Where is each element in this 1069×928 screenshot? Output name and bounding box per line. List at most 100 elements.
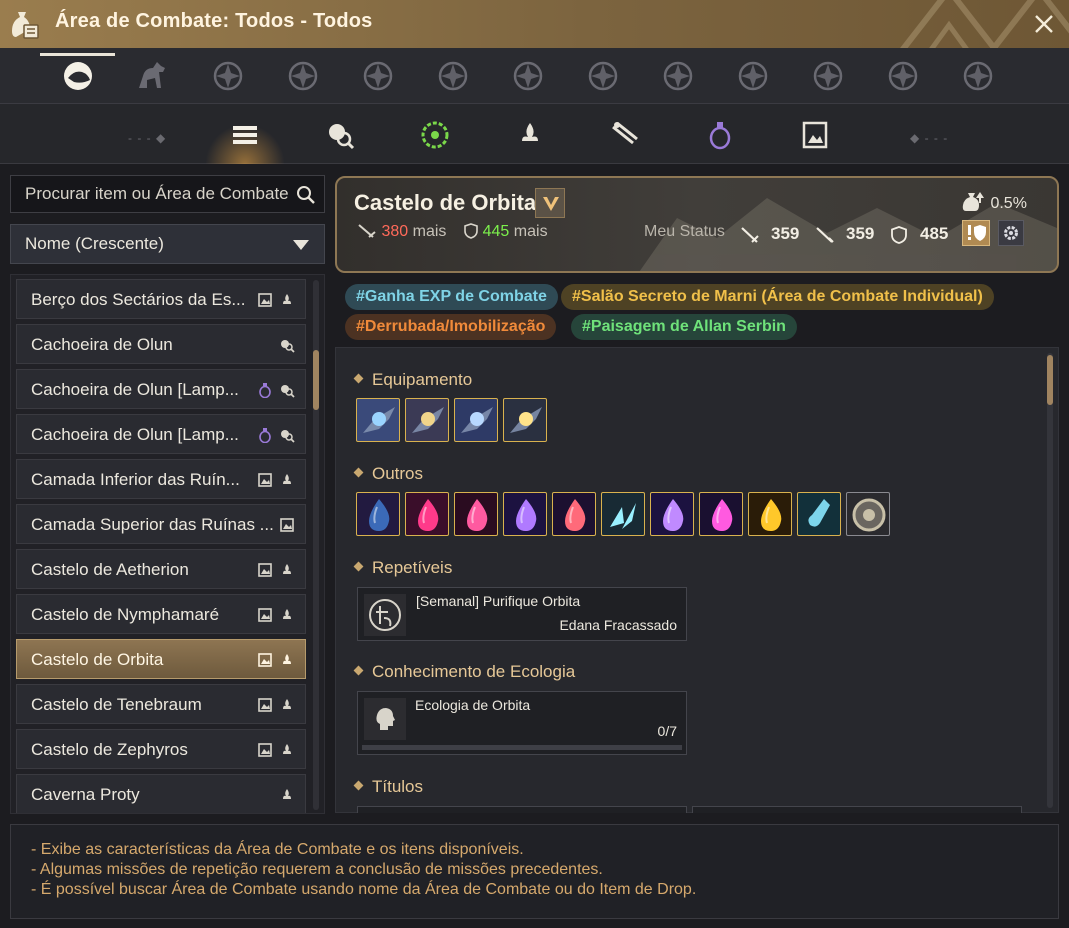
quest-card[interactable]: [Semanal] Purifique Orbita Edana Fracass…	[357, 587, 687, 641]
title-card[interactable]	[692, 806, 1022, 813]
category-tab-eagle-crest[interactable]	[278, 54, 328, 98]
category-tab-flame-crest[interactable]	[503, 54, 553, 98]
sword-icon	[358, 224, 376, 238]
quest-title: [Semanal] Purifique Orbita	[416, 593, 581, 609]
other-item-slot[interactable]	[748, 492, 792, 536]
picture-frame-icon	[258, 563, 272, 577]
view-tab-camp-fire[interactable]	[508, 114, 552, 156]
section-repeatable-label: Repetíveis	[372, 558, 453, 577]
zone-list-item[interactable]: Castelo de Aetherion	[16, 549, 306, 589]
zone-name: Cachoeira de Olun	[31, 335, 173, 354]
section-titles-label: Títulos	[372, 777, 424, 796]
camp-fire-icon	[281, 699, 293, 711]
category-tab-horse[interactable]	[128, 54, 178, 98]
zone-list-item[interactable]: Caverna Proty	[16, 774, 306, 813]
zone-name: Castelo de Zephyros	[31, 740, 188, 759]
other-item-slot[interactable]	[356, 492, 400, 536]
shield-coin-icon	[852, 498, 886, 532]
search-icon[interactable]	[296, 185, 316, 205]
close-icon[interactable]	[1031, 11, 1057, 37]
crescent-moon-icon	[363, 61, 393, 91]
zone-rank-badge[interactable]	[535, 188, 565, 218]
category-tab-compass-star[interactable]	[803, 54, 853, 98]
zone-list-item[interactable]: Camada Superior das Ruínas ...	[16, 504, 306, 544]
category-tab-lion[interactable]	[203, 54, 253, 98]
equipment-item-slot[interactable]	[356, 398, 400, 442]
zone-list-item[interactable]: Castelo de Orbita	[16, 639, 306, 679]
zone-list-item[interactable]: Cachoeira de Olun	[16, 324, 306, 364]
zone-name: Berço dos Sectários da Es...	[31, 290, 246, 309]
monster-search-icon	[281, 430, 295, 443]
tag-knockdown[interactable]: #Derrubada/Imobilização	[345, 314, 557, 340]
title-card[interactable]	[357, 806, 687, 813]
view-tab-lamp[interactable]	[698, 114, 742, 156]
zone-list-item[interactable]: Cachoeira de Olun [Lamp...	[16, 414, 306, 454]
zone-list-item[interactable]: Cachoeira de Olun [Lamp...	[16, 369, 306, 409]
other-item-slot[interactable]	[405, 492, 449, 536]
picture-frame-icon	[802, 121, 828, 149]
tag-landscape[interactable]: #Paisagem de Allan Serbin	[571, 314, 797, 340]
zone-list[interactable]: Berço dos Sectários da Es... Cachoeira de…	[10, 274, 325, 814]
other-item-slot[interactable]	[601, 492, 645, 536]
picture-frame-icon	[258, 653, 272, 667]
tag-combat-exp[interactable]: #Ganha EXP de Combate	[345, 284, 558, 310]
other-item-slot[interactable]	[552, 492, 596, 536]
equipment-item-slot[interactable]	[405, 398, 449, 442]
picture-frame-icon	[258, 743, 272, 757]
equipment-item-slot[interactable]	[454, 398, 498, 442]
blade-icon	[510, 407, 542, 433]
gear-icon	[1004, 226, 1018, 240]
zone-list-scroll-thumb[interactable]	[313, 350, 319, 410]
view-tab-scroll[interactable]	[603, 114, 647, 156]
violet-crystal-icon	[663, 499, 684, 531]
category-tab-ornament[interactable]	[428, 54, 478, 98]
other-item-slot[interactable]	[650, 492, 694, 536]
lion-icon	[213, 61, 243, 91]
magenta-crystal-icon	[712, 499, 733, 531]
rank-chevron-icon	[543, 197, 559, 211]
zone-list-item[interactable]: Castelo de Zephyros	[16, 729, 306, 769]
view-tab-gear-wheel[interactable]	[413, 114, 457, 156]
section-equipment-label: Equipamento	[372, 370, 473, 389]
details-scrollbar[interactable]	[1047, 353, 1053, 808]
other-item-slot[interactable]	[503, 492, 547, 536]
zone-list-item[interactable]: Berço dos Sectários da Es...	[16, 279, 306, 319]
other-item-slot[interactable]	[699, 492, 743, 536]
zone-list-item[interactable]: Castelo de Tenebraum	[16, 684, 306, 724]
view-tab-list[interactable]	[223, 114, 267, 156]
equipment-item-slot[interactable]	[503, 398, 547, 442]
spider-ornament-icon	[412, 407, 444, 433]
category-tab-ring-rune[interactable]	[878, 54, 928, 98]
view-tab-monster-search[interactable]	[318, 114, 362, 156]
zone-name: Camada Inferior das Ruín...	[31, 470, 240, 489]
caution-shield-button[interactable]	[962, 220, 990, 246]
search-input[interactable]: Procurar item ou Área de Combate	[10, 175, 325, 213]
help-panel: - Exibe as características da Área de Co…	[10, 824, 1059, 919]
help-line: - É possível buscar Área de Combate usan…	[31, 881, 697, 898]
view-tab-picture-frame[interactable]	[793, 114, 837, 156]
settings-button[interactable]	[998, 220, 1024, 246]
category-tab-celtic-knot[interactable]	[578, 54, 628, 98]
category-tab-all-regions[interactable]	[53, 54, 103, 98]
other-item-slot[interactable]	[797, 492, 841, 536]
my-ap-value: 359	[771, 224, 800, 243]
other-item-slot[interactable]	[454, 492, 498, 536]
camp-fire-icon	[518, 123, 542, 147]
section-repeatable-heading: Repetíveis	[353, 558, 453, 578]
tag-marni-secret-hall[interactable]: #Salão Secreto de Marni (Área de Combate…	[561, 284, 994, 310]
dp-requirement-value: 445	[482, 223, 510, 240]
other-item-slot[interactable]	[846, 492, 890, 536]
drop-rate-indicator: 0.5%	[962, 190, 1027, 213]
category-tab-sun-burst[interactable]	[728, 54, 778, 98]
category-tab-crescent-moon[interactable]	[353, 54, 403, 98]
gold-gem-icon	[761, 499, 782, 531]
red-crystal-icon	[467, 499, 488, 531]
category-tab-swirl-rune[interactable]	[953, 54, 1003, 98]
category-tab-star-crest[interactable]	[653, 54, 703, 98]
zone-list-item[interactable]: Castelo de Nymphamaré	[16, 594, 306, 634]
details-scroll-thumb[interactable]	[1047, 355, 1053, 405]
zone-list-item[interactable]: Camada Inferior das Ruín...	[16, 459, 306, 499]
sort-dropdown[interactable]: Nome (Crescente)	[10, 224, 325, 264]
celtic-knot-icon	[588, 61, 618, 91]
ecology-card[interactable]: Ecologia de Orbita 0/7	[357, 691, 687, 755]
